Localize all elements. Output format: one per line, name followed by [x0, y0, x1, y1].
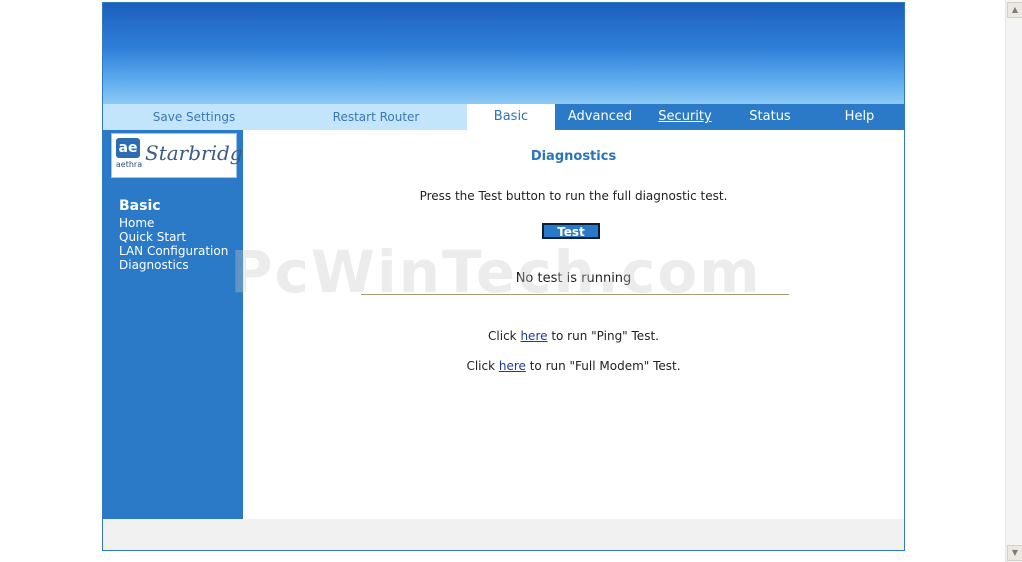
tab-status[interactable]: Status [725, 104, 815, 130]
footer-bar [103, 519, 904, 550]
test-button[interactable]: Test [542, 223, 600, 239]
sidebar-heading: Basic [119, 198, 161, 214]
browser-scrollbar[interactable]: ▲ ▼ [1005, 0, 1022, 562]
tab-help[interactable]: Help [815, 104, 904, 130]
sidebar-item-lan-configuration[interactable]: LAN Configuration [119, 244, 228, 258]
router-page: Save Settings Restart Router Basic Advan… [102, 2, 905, 551]
tab-security[interactable]: Security [645, 104, 725, 130]
test-status: No test is running [515, 271, 632, 286]
restart-router-tab[interactable]: Restart Router [285, 104, 467, 130]
logo-mark: ae [116, 138, 140, 158]
ping-test-line: Click here to run "Ping" Test. [243, 329, 904, 343]
test-instruction: Press the Test button to run the full di… [419, 189, 728, 203]
ping-suffix: to run "Ping" Test. [547, 329, 659, 343]
modem-prefix: Click [466, 359, 499, 373]
status-divider [361, 294, 789, 295]
modem-test-link[interactable]: here [499, 359, 526, 373]
main-content: Diagnostics Press the Test button to run… [243, 130, 904, 519]
header-banner [103, 3, 904, 104]
scroll-up-arrow-icon[interactable]: ▲ [1007, 2, 1022, 18]
sidebar-item-home[interactable]: Home [119, 216, 154, 230]
save-settings-tab[interactable]: Save Settings [103, 104, 285, 130]
sidebar-item-diagnostics[interactable]: Diagnostics [119, 258, 189, 272]
brand-logo: ae aethra Starbridge [111, 133, 254, 178]
ping-prefix: Click [488, 329, 521, 343]
modem-suffix: to run "Full Modem" Test. [525, 359, 681, 373]
sidebar: ae aethra Starbridge Basic Home Quick St… [103, 130, 254, 519]
sidebar-item-quick-start[interactable]: Quick Start [119, 230, 186, 244]
top-navigation: Save Settings Restart Router Basic Advan… [103, 104, 904, 130]
page-title: Diagnostics [530, 149, 617, 164]
logo-subtext: aethra [115, 160, 143, 169]
logo-wordmark: Starbridge [145, 141, 255, 165]
tab-advanced[interactable]: Advanced [555, 104, 645, 130]
scroll-down-arrow-icon[interactable]: ▼ [1007, 545, 1022, 561]
ping-test-link[interactable]: here [520, 329, 547, 343]
modem-test-line: Click here to run "Full Modem" Test. [243, 359, 904, 373]
tab-basic[interactable]: Basic [467, 104, 555, 130]
